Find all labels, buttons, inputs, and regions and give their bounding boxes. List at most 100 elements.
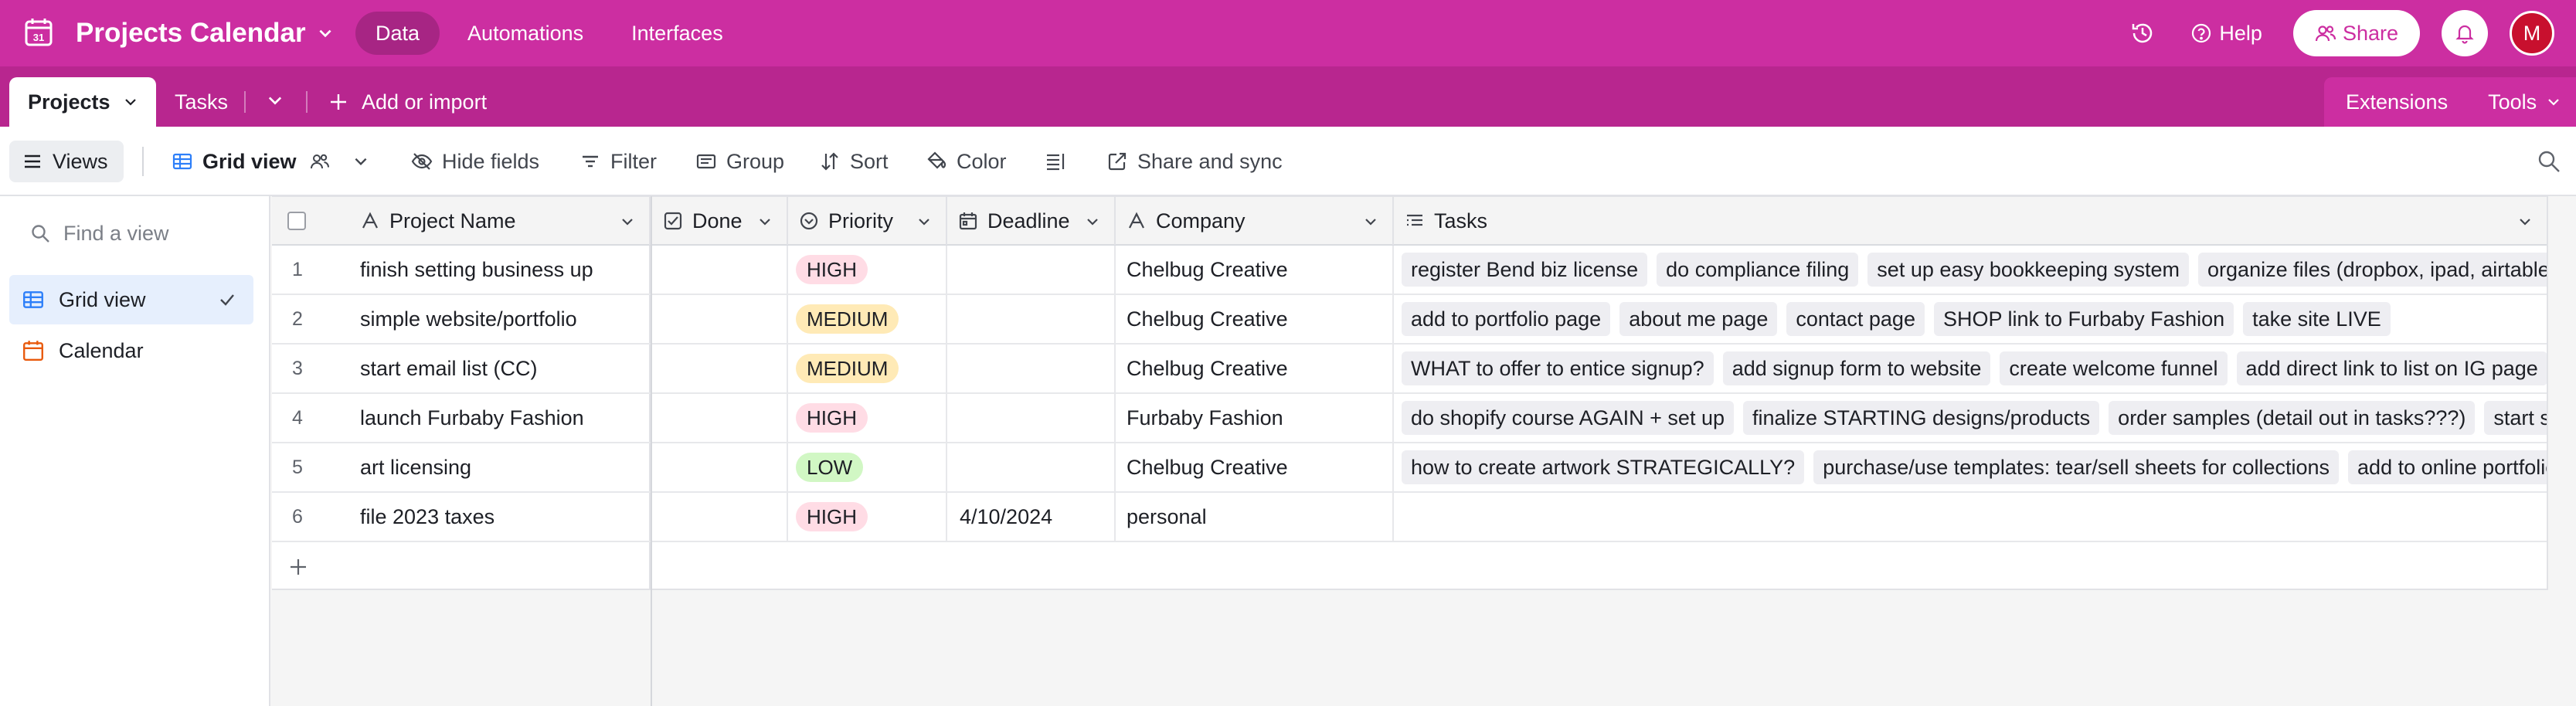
share-button[interactable]: Share [2292, 10, 2420, 56]
cell-company[interactable]: Chelbug Creative [1116, 295, 1394, 343]
cell-done[interactable] [652, 443, 788, 491]
column-header-done[interactable]: Done [652, 197, 788, 245]
add-or-import-button[interactable]: Add or import [328, 77, 487, 127]
column-header-deadline[interactable]: Deadline [947, 197, 1116, 245]
group-button[interactable]: Group [695, 127, 784, 196]
color-button[interactable]: Color [926, 127, 1007, 196]
cell-tasks[interactable]: WHAT to offer to entice signup? add signu… [1394, 345, 2547, 392]
cell-priority[interactable]: HIGH [788, 394, 947, 442]
cell-deadline[interactable] [947, 295, 1116, 343]
task-link-chip[interactable]: start sha [2484, 401, 2547, 435]
task-link-chip[interactable]: finalize STARTING designs/products [1742, 401, 2100, 435]
calendar-icon[interactable]: 31 [23, 17, 54, 48]
extensions-button[interactable]: Extensions [2346, 90, 2448, 114]
task-link-chip[interactable]: add to portfolio page [1402, 302, 1611, 336]
task-link-chip[interactable]: add signup form to website [1722, 351, 1991, 385]
task-link-chip[interactable]: add direct link to list on IG page [2236, 351, 2547, 385]
cell-company[interactable]: Furbaby Fashion [1116, 394, 1394, 442]
cell-deadline[interactable] [947, 246, 1116, 294]
cell-deadline[interactable] [947, 345, 1116, 392]
cell-deadline[interactable] [947, 394, 1116, 442]
tab-projects[interactable]: Projects [9, 77, 156, 127]
filter-button[interactable]: Filter [579, 127, 657, 196]
cell-deadline[interactable]: 4/10/2024 [947, 493, 1116, 541]
task-link-chip[interactable]: do compliance filing [1657, 253, 1859, 287]
cell-project-name[interactable]: file 2023 taxes [349, 493, 651, 541]
table-row[interactable]: 3 start email list (CC) MEDIUM Chelbug Crea… [272, 345, 2547, 394]
cell-priority[interactable]: MEDIUM [788, 295, 947, 343]
task-link-chip[interactable]: contact page [1786, 302, 1925, 336]
cell-company[interactable]: Chelbug Creative [1116, 443, 1394, 491]
tab-tasks[interactable]: Tasks [175, 77, 228, 127]
cell-tasks[interactable]: do shopify course AGAIN + set up finalize… [1394, 394, 2547, 442]
search-icon[interactable] [2536, 148, 2562, 175]
cell-project-name[interactable]: simple website/portfolio [349, 295, 651, 343]
cell-priority[interactable]: HIGH [788, 493, 947, 541]
task-link-chip[interactable]: order samples (detail out in tasks???) [2109, 401, 2476, 435]
cell-priority[interactable]: HIGH [788, 246, 947, 294]
select-all-checkbox[interactable] [287, 212, 306, 230]
sidebar-view-calendar[interactable]: Calendar [9, 326, 253, 375]
table-row[interactable]: 6 file 2023 taxes HIGH 4/10/2024 personal [272, 493, 2547, 542]
task-link-chip[interactable]: about me page [1619, 302, 1778, 336]
notifications-button[interactable] [2442, 10, 2488, 56]
task-link-chip[interactable]: take site LIVE [2243, 302, 2391, 336]
avatar[interactable]: M [2510, 11, 2554, 56]
cell-done[interactable] [652, 493, 788, 541]
hide-fields-button[interactable]: Hide fields [411, 127, 539, 196]
cell-company[interactable]: Chelbug Creative [1116, 246, 1394, 294]
cell-tasks[interactable]: how to create artwork STRATEGICALLY? purc… [1394, 443, 2547, 491]
cell-project-name[interactable]: finish setting business up [349, 246, 651, 294]
task-link-chip[interactable]: do shopify course AGAIN + set up [1402, 401, 1734, 435]
row-height-button[interactable] [1045, 127, 1076, 196]
task-link-chip[interactable]: register Bend biz license [1402, 253, 1648, 287]
task-link-chip[interactable]: purchase/use templates: tear/sell sheets… [1813, 450, 2340, 484]
task-link-chip[interactable]: organize files (dropbox, ipad, airtable, [2198, 253, 2547, 287]
table-row[interactable]: 1 finish setting business up HIGH Chelbug C… [272, 246, 2547, 295]
cell-done[interactable] [652, 295, 788, 343]
cell-priority[interactable]: MEDIUM [788, 345, 947, 392]
column-header-tasks[interactable]: Tasks [1394, 197, 2547, 245]
add-record-button[interactable] [272, 542, 651, 590]
table-row[interactable]: 4 launch Furbaby Fashion HIGH Furbaby Fashi… [272, 394, 2547, 443]
cell-tasks[interactable] [1394, 493, 2547, 541]
cell-done[interactable] [652, 345, 788, 392]
cell-tasks[interactable]: add to portfolio page about me page contac… [1394, 295, 2547, 343]
task-link-chip[interactable]: add to online portfolio [2348, 450, 2547, 484]
history-icon[interactable] [2129, 20, 2156, 46]
nav-interfaces[interactable]: Interfaces [611, 12, 743, 55]
find-view-input[interactable]: Find a view [29, 213, 169, 253]
table-row[interactable]: 5 art licensing LOW Chelbug Creative how to … [272, 443, 2547, 493]
task-link-chip[interactable]: how to create artwork STRATEGICALLY? [1402, 450, 1805, 484]
column-header-priority[interactable]: Priority [788, 197, 947, 245]
sort-button[interactable]: Sort [819, 127, 889, 196]
cell-deadline[interactable] [947, 443, 1116, 491]
column-header-project-name[interactable]: Project Name [349, 197, 651, 245]
nav-automations[interactable]: Automations [447, 12, 603, 55]
cell-project-name[interactable]: art licensing [349, 443, 651, 491]
cell-tasks[interactable]: register Bend biz license do compliance f… [1394, 246, 2547, 294]
sidebar-view-grid[interactable]: Grid view [9, 275, 253, 324]
task-link-chip[interactable]: set up easy bookkeeping system [1867, 253, 2190, 287]
table-row[interactable]: 2 simple website/portfolio MEDIUM Chelbug C… [272, 295, 2547, 345]
cell-done[interactable] [652, 246, 788, 294]
views-button[interactable]: Views [9, 141, 124, 182]
cell-project-name[interactable]: start email list (CC) [349, 345, 651, 392]
tools-button[interactable]: Tools [2488, 90, 2561, 114]
view-switcher[interactable]: Grid view [172, 127, 379, 196]
base-title[interactable]: Projects Calendar [76, 0, 334, 66]
add-record-row[interactable] [652, 542, 2547, 590]
help-button[interactable]: Help [2190, 22, 2262, 46]
task-link-chip[interactable]: WHAT to offer to entice signup? [1402, 351, 1714, 385]
cell-priority[interactable]: LOW [788, 443, 947, 491]
nav-data[interactable]: Data [355, 12, 440, 55]
chevron-down-icon[interactable] [266, 91, 284, 110]
cell-done[interactable] [652, 394, 788, 442]
task-link-chip[interactable]: create welcome funnel [2000, 351, 2228, 385]
cell-project-name[interactable]: launch Furbaby Fashion [349, 394, 651, 442]
column-header-company[interactable]: Company [1116, 197, 1394, 245]
task-link-chip[interactable]: SHOP link to Furbaby Fashion [1933, 302, 2234, 336]
cell-company[interactable]: personal [1116, 493, 1394, 541]
cell-company[interactable]: Chelbug Creative [1116, 345, 1394, 392]
share-and-sync-button[interactable]: Share and sync [1106, 127, 1283, 196]
